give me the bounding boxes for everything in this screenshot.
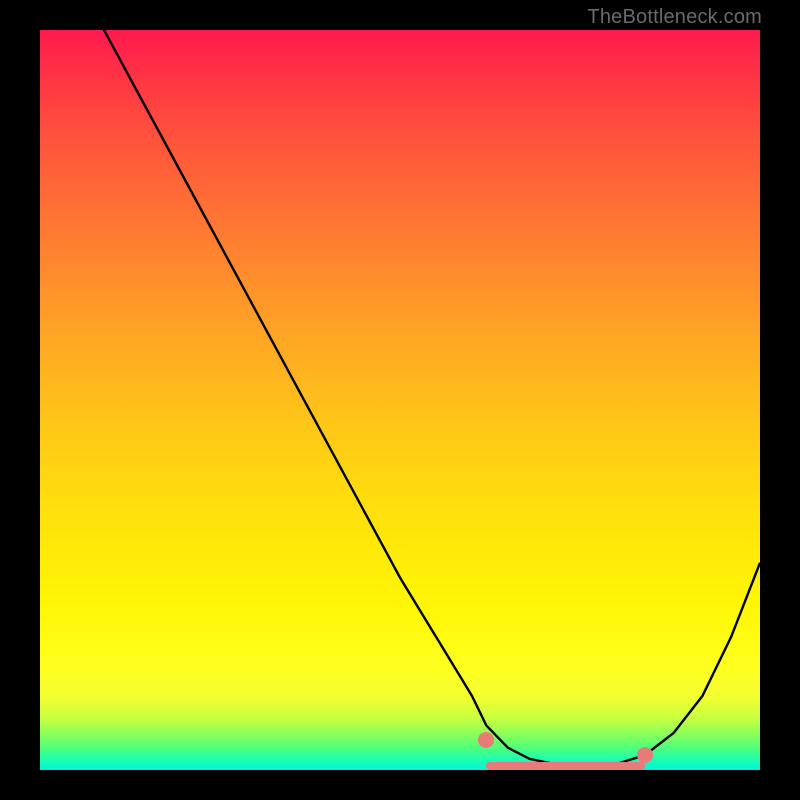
chart-plot-area bbox=[40, 30, 760, 770]
attribution-label: TheBottleneck.com bbox=[587, 6, 762, 29]
bottleneck-curve bbox=[40, 30, 760, 770]
curve-marker bbox=[478, 732, 494, 748]
optimal-range-band bbox=[486, 762, 644, 770]
